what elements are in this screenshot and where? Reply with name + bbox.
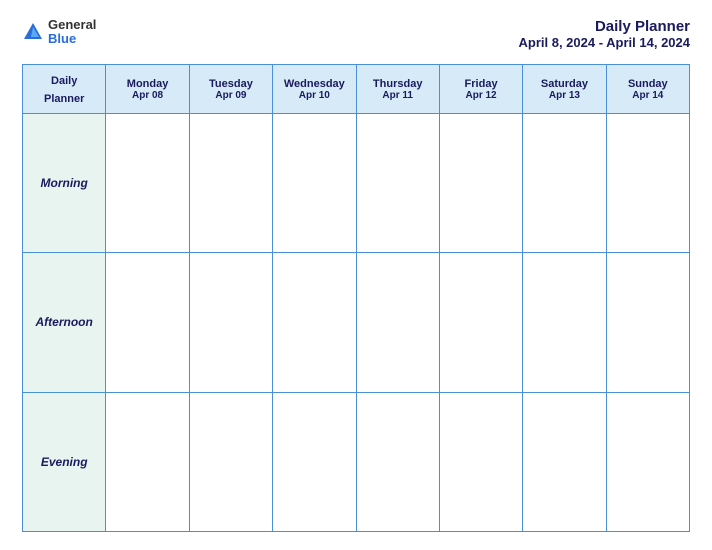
afternoon-sunday-cell[interactable]: [606, 253, 689, 392]
evening-saturday-cell[interactable]: [523, 392, 606, 531]
calendar-table: Daily Planner Monday Apr 08 Tuesday Apr …: [22, 64, 690, 532]
morning-thursday-cell[interactable]: [356, 114, 439, 253]
afternoon-saturday-cell[interactable]: [523, 253, 606, 392]
logo-icon: [22, 21, 44, 43]
first-col-label-bottom: Planner: [44, 93, 84, 105]
afternoon-label: Afternoon: [36, 315, 93, 329]
afternoon-row: Afternoon: [23, 253, 690, 392]
col-header-tuesday: Tuesday Apr 09: [189, 65, 272, 114]
afternoon-friday-cell[interactable]: [439, 253, 522, 392]
logo-blue-text: Blue: [48, 32, 96, 46]
evening-tuesday-cell[interactable]: [189, 392, 272, 531]
header: General Blue Daily Planner April 8, 2024…: [22, 18, 690, 50]
col-day-monday: Monday: [110, 78, 184, 90]
morning-friday-cell[interactable]: [439, 114, 522, 253]
morning-row: Morning: [23, 114, 690, 253]
col-day-friday: Friday: [444, 78, 518, 90]
col-date-wednesday: Apr 10: [277, 90, 351, 101]
planner-title: Daily Planner: [519, 18, 691, 35]
col-date-sunday: Apr 14: [611, 90, 685, 101]
afternoon-thursday-cell[interactable]: [356, 253, 439, 392]
col-header-saturday: Saturday Apr 13: [523, 65, 606, 114]
evening-label: Evening: [41, 455, 88, 469]
col-day-thursday: Thursday: [361, 78, 435, 90]
col-day-sunday: Sunday: [611, 78, 685, 90]
logo-general-text: General: [48, 18, 96, 32]
morning-sunday-cell[interactable]: [606, 114, 689, 253]
col-header-wednesday: Wednesday Apr 10: [273, 65, 356, 114]
col-date-saturday: Apr 13: [527, 90, 601, 101]
logo-text: General Blue: [48, 18, 96, 47]
col-header-thursday: Thursday Apr 11: [356, 65, 439, 114]
evening-label-cell: Evening: [23, 392, 106, 531]
page: General Blue Daily Planner April 8, 2024…: [0, 0, 712, 550]
col-date-monday: Apr 08: [110, 90, 184, 101]
col-day-wednesday: Wednesday: [277, 78, 351, 90]
morning-label-cell: Morning: [23, 114, 106, 253]
col-date-thursday: Apr 11: [361, 90, 435, 101]
col-header-friday: Friday Apr 12: [439, 65, 522, 114]
evening-wednesday-cell[interactable]: [273, 392, 356, 531]
header-row: Daily Planner Monday Apr 08 Tuesday Apr …: [23, 65, 690, 114]
col-day-tuesday: Tuesday: [194, 78, 268, 90]
title-block: Daily Planner April 8, 2024 - April 14, …: [519, 18, 691, 50]
col-header-sunday: Sunday Apr 14: [606, 65, 689, 114]
col-header-monday: Monday Apr 08: [106, 65, 189, 114]
morning-saturday-cell[interactable]: [523, 114, 606, 253]
logo: General Blue: [22, 18, 96, 47]
morning-label: Morning: [41, 176, 88, 190]
afternoon-wednesday-cell[interactable]: [273, 253, 356, 392]
evening-sunday-cell[interactable]: [606, 392, 689, 531]
first-col-header: Daily Planner: [23, 65, 106, 114]
morning-monday-cell[interactable]: [106, 114, 189, 253]
evening-thursday-cell[interactable]: [356, 392, 439, 531]
evening-friday-cell[interactable]: [439, 392, 522, 531]
col-date-friday: Apr 12: [444, 90, 518, 101]
evening-monday-cell[interactable]: [106, 392, 189, 531]
col-date-tuesday: Apr 09: [194, 90, 268, 101]
afternoon-monday-cell[interactable]: [106, 253, 189, 392]
afternoon-label-cell: Afternoon: [23, 253, 106, 392]
planner-date-range: April 8, 2024 - April 14, 2024: [519, 35, 691, 50]
morning-wednesday-cell[interactable]: [273, 114, 356, 253]
afternoon-tuesday-cell[interactable]: [189, 253, 272, 392]
evening-row: Evening: [23, 392, 690, 531]
col-day-saturday: Saturday: [527, 78, 601, 90]
first-col-label-top: Daily: [51, 75, 77, 87]
morning-tuesday-cell[interactable]: [189, 114, 272, 253]
